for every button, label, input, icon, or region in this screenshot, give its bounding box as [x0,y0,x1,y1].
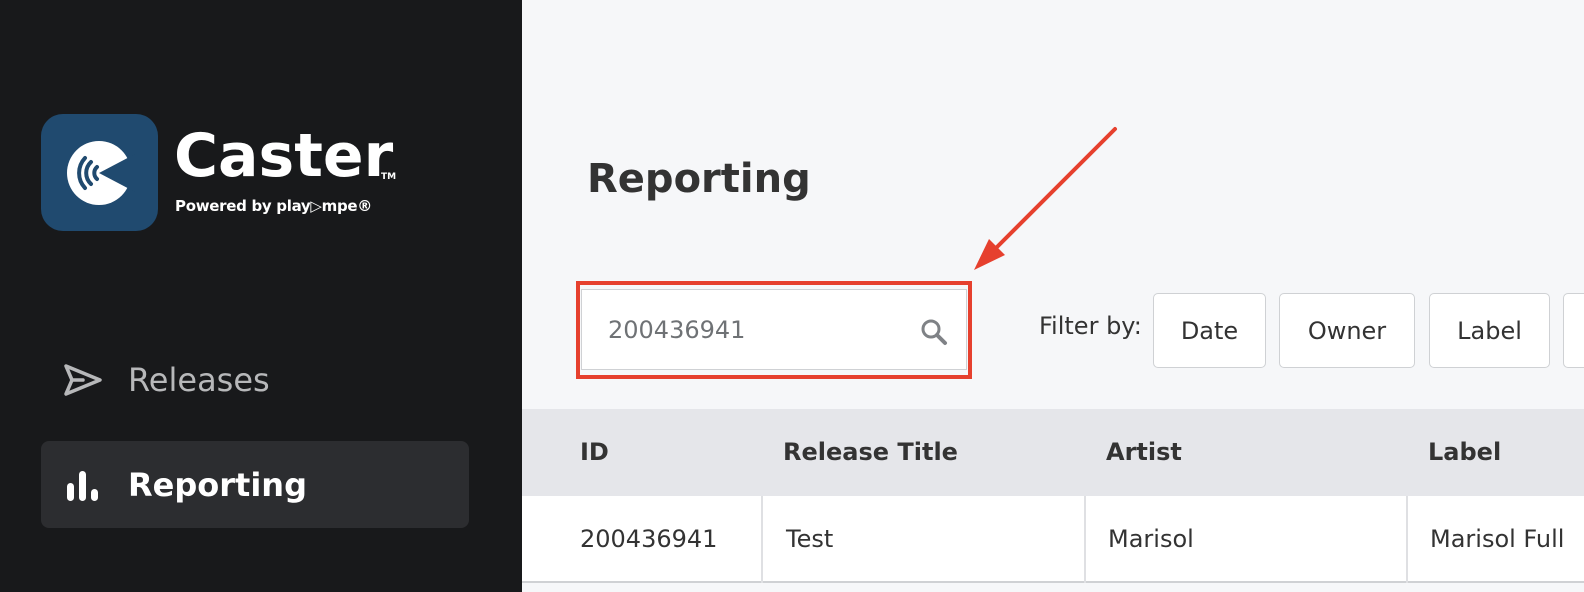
cell-label: Marisol Full [1408,496,1584,583]
column-header-artist[interactable]: Artist [1106,438,1182,466]
sidebar: Caster TM Powered by play▷mpe® Releases … [0,0,522,592]
brand-tagline: Powered by play▷mpe® [175,197,372,215]
brand-name: Caster [174,121,394,191]
column-header-label[interactable]: Label [1428,438,1501,466]
caster-logo-icon [41,114,158,231]
sidebar-item-releases[interactable]: Releases [41,336,469,423]
sidebar-item-reporting[interactable]: Reporting [41,441,469,528]
filter-more-button[interactable] [1563,293,1584,368]
send-icon [63,360,103,400]
cell-id-text: 200436941 [580,525,718,553]
search-input[interactable] [608,308,908,352]
filter-owner-button[interactable]: Owner [1279,293,1415,368]
cell-artist-text: Marisol [1108,525,1194,553]
column-header-id[interactable]: ID [580,438,609,466]
main-content: Reporting Filter by: Date Owner Label ID… [522,0,1584,592]
sidebar-item-label: Reporting [128,465,307,504]
cell-release-title-text: Test [786,525,834,553]
bar-chart-icon [63,465,103,505]
filter-date-button[interactable]: Date [1153,293,1266,368]
filter-label: Filter by: [1039,312,1142,340]
filter-label-button[interactable]: Label [1429,293,1550,368]
search-icon[interactable] [919,317,949,347]
sidebar-item-label: Releases [128,360,270,399]
page-title: Reporting [587,156,811,202]
table-row[interactable]: 200436941 Test Marisol Marisol Full [522,496,1584,583]
column-header-release-title[interactable]: Release Title [783,438,958,466]
cell-label-text: Marisol Full [1430,525,1565,553]
brand-logo[interactable]: Caster TM Powered by play▷mpe® [41,114,401,232]
cell-release-title: Test [763,496,1086,583]
releases-table: ID Release Title Artist Label 200436941 … [522,409,1584,592]
cell-id: 200436941 [522,496,763,583]
search-field[interactable] [581,289,967,370]
cell-artist: Marisol [1086,496,1408,583]
brand-trademark: TM [381,172,397,182]
table-header: ID Release Title Artist Label [522,409,1584,496]
